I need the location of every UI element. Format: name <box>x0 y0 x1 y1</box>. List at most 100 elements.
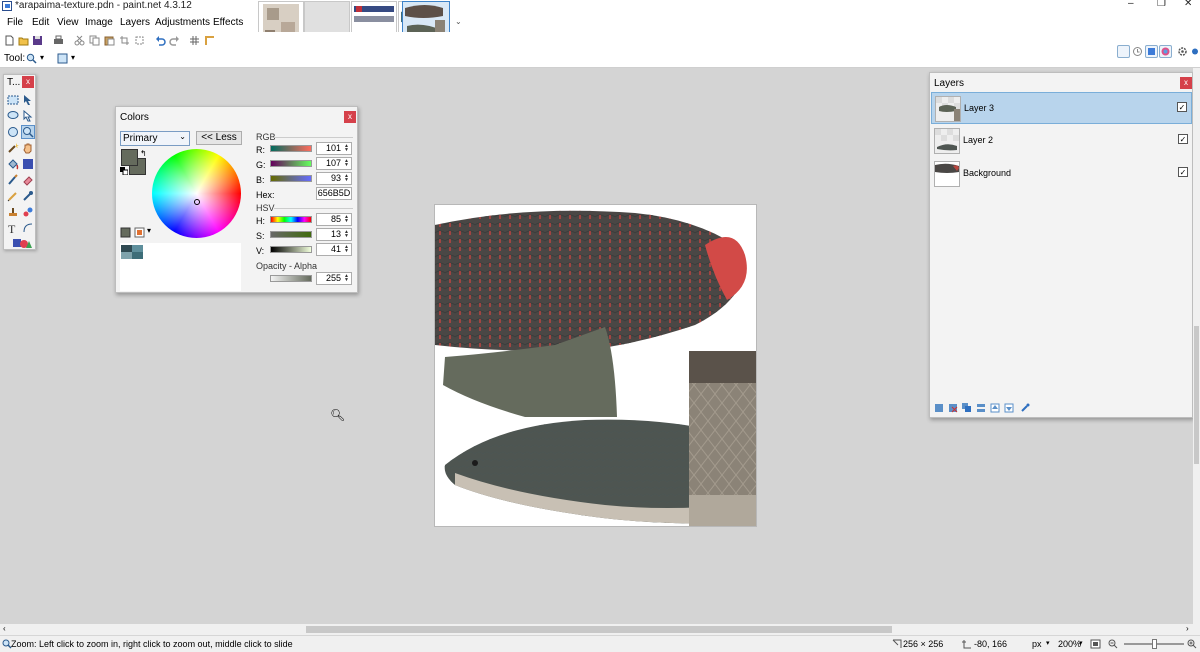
layers-window-toggle-icon[interactable] <box>1145 45 1158 58</box>
vertical-scroll-thumb[interactable] <box>1194 326 1199 464</box>
add-new-layer-icon[interactable] <box>934 403 944 413</box>
red-slider[interactable] <box>270 145 312 152</box>
copy-icon[interactable] <box>89 35 100 46</box>
zoom-slider-knob[interactable] <box>1152 639 1157 649</box>
paintbrush-tool-icon[interactable] <box>7 174 19 186</box>
ellipse-select-tool-icon[interactable] <box>7 126 19 138</box>
move-layer-down-icon[interactable] <box>1004 403 1014 413</box>
palette-swatch[interactable] <box>121 245 132 252</box>
chevron-down-icon[interactable]: ▾ <box>147 226 151 235</box>
spinner-icon[interactable]: ▲ ▼ <box>343 144 350 153</box>
chevron-down-icon[interactable]: ▾ <box>1079 639 1083 647</box>
chevron-down-icon[interactable]: ▾ <box>40 53 44 62</box>
hex-field[interactable]: 656B5D <box>316 187 352 200</box>
palette-swatch[interactable] <box>132 252 143 259</box>
clone-stamp-tool-icon[interactable] <box>7 206 19 218</box>
scroll-left-icon[interactable]: ‹ <box>3 624 6 633</box>
green-value-field[interactable]: 107 ▲ ▼ <box>316 157 352 170</box>
pencil-tool-icon[interactable] <box>7 190 19 202</box>
minimize-button[interactable]: – <box>1128 0 1134 9</box>
hue-slider[interactable] <box>270 216 312 223</box>
recolor-tool-icon[interactable] <box>22 206 34 218</box>
layers-window-close-button[interactable]: x <box>1180 77 1192 89</box>
pan-tool-icon[interactable] <box>22 142 34 154</box>
zoom-out-icon[interactable] <box>1108 639 1118 649</box>
blue-slider[interactable] <box>270 175 312 182</box>
menu-effects[interactable]: Effects <box>213 17 243 28</box>
text-tool-icon[interactable]: T <box>7 222 19 234</box>
image-canvas[interactable] <box>434 204 757 527</box>
chevron-down-icon[interactable]: ⌄ <box>455 17 462 26</box>
alpha-slider[interactable] <box>270 275 312 282</box>
blue-value-field[interactable]: 93 ▲ ▼ <box>316 172 352 185</box>
alpha-value-field[interactable]: 255 ▲ ▼ <box>316 272 352 285</box>
units-select[interactable]: px <box>1032 639 1042 649</box>
green-slider[interactable] <box>270 160 312 167</box>
value-slider[interactable] <box>270 246 312 253</box>
layer-visibility-checkbox[interactable]: ✓ <box>1178 167 1188 177</box>
add-to-palette-icon[interactable] <box>120 227 131 238</box>
spinner-icon[interactable]: ▲ ▼ <box>343 274 350 283</box>
layer-row-layer-3[interactable]: Layer 3 ✓ <box>931 92 1192 124</box>
spinner-icon[interactable]: ▲ ▼ <box>343 230 350 239</box>
move-selected-pixels-tool-icon[interactable] <box>22 94 34 106</box>
lasso-select-tool-icon[interactable] <box>7 110 19 122</box>
duplicate-layer-icon[interactable] <box>962 403 972 413</box>
color-picker-tool-icon[interactable] <box>22 190 34 202</box>
saturation-slider[interactable] <box>270 231 312 238</box>
print-icon[interactable] <box>53 35 64 46</box>
scroll-right-icon[interactable]: › <box>1186 624 1189 633</box>
zoom-tool-icon[interactable] <box>21 125 35 139</box>
reset-colors-icon[interactable] <box>120 167 128 175</box>
save-icon[interactable] <box>32 35 43 46</box>
layer-properties-icon[interactable] <box>1020 403 1030 413</box>
spinner-icon[interactable]: ▲ ▼ <box>343 174 350 183</box>
menu-layers[interactable]: Layers <box>120 17 150 28</box>
palette-swatch[interactable] <box>121 252 132 259</box>
chevron-down-icon[interactable]: ▾ <box>1046 639 1050 647</box>
menu-adjustments[interactable]: Adjustments <box>155 17 210 28</box>
new-file-icon[interactable] <box>4 35 15 46</box>
colors-window-toggle-icon[interactable] <box>1159 45 1172 58</box>
zoom-tool-icon[interactable] <box>26 53 37 64</box>
selection-mode-icon[interactable] <box>57 53 68 64</box>
vertical-scrollbar[interactable] <box>1193 68 1200 624</box>
crop-to-selection-icon[interactable] <box>119 35 130 46</box>
less-button[interactable]: << Less <box>196 131 242 145</box>
value-value-field[interactable]: 41 ▲ ▼ <box>316 243 352 256</box>
delete-layer-icon[interactable] <box>948 403 958 413</box>
redo-icon[interactable] <box>169 35 180 46</box>
layer-visibility-checkbox[interactable]: ✓ <box>1178 134 1188 144</box>
horizontal-scrollbar[interactable]: ‹ › <box>0 624 1200 635</box>
swap-colors-icon[interactable]: ↰ <box>140 149 147 158</box>
magic-wand-tool-icon[interactable] <box>7 142 19 154</box>
cut-icon[interactable] <box>74 35 85 46</box>
paste-icon[interactable] <box>104 35 115 46</box>
shapes-tool-icon[interactable] <box>12 237 32 249</box>
spinner-icon[interactable]: ▲ ▼ <box>343 215 350 224</box>
hue-value-field[interactable]: 85 ▲ ▼ <box>316 213 352 226</box>
layer-row-layer-2[interactable]: Layer 2 ✓ <box>931 125 1192 157</box>
palette-menu-icon[interactable] <box>134 227 145 238</box>
zoom-level[interactable]: 200% <box>1058 639 1081 649</box>
tools-window-header[interactable]: T... x <box>4 75 35 90</box>
tools-window-close-button[interactable]: x <box>22 76 34 88</box>
settings-gear-icon[interactable] <box>1176 45 1189 58</box>
layer-visibility-checkbox[interactable]: ✓ <box>1177 102 1187 112</box>
eraser-tool-icon[interactable] <box>22 174 34 186</box>
primary-secondary-select[interactable]: Primary ⌄ <box>120 131 190 146</box>
red-value-field[interactable]: 101 ▲ ▼ <box>316 142 352 155</box>
grid-icon[interactable] <box>189 35 200 46</box>
deselect-icon[interactable] <box>134 35 145 46</box>
menu-image[interactable]: Image <box>85 17 113 28</box>
move-layer-up-icon[interactable] <box>990 403 1000 413</box>
help-icon[interactable] <box>1190 45 1198 58</box>
color-wheel[interactable] <box>152 149 241 238</box>
history-window-toggle-icon[interactable] <box>1131 45 1144 58</box>
line-curve-tool-icon[interactable] <box>22 222 34 234</box>
menu-view[interactable]: View <box>57 17 79 28</box>
zoom-to-window-icon[interactable] <box>1090 639 1101 649</box>
saturation-value-field[interactable]: 13 ▲ ▼ <box>316 228 352 241</box>
gradient-tool-icon[interactable] <box>22 158 34 170</box>
restore-button[interactable]: ❐ <box>1157 0 1166 9</box>
